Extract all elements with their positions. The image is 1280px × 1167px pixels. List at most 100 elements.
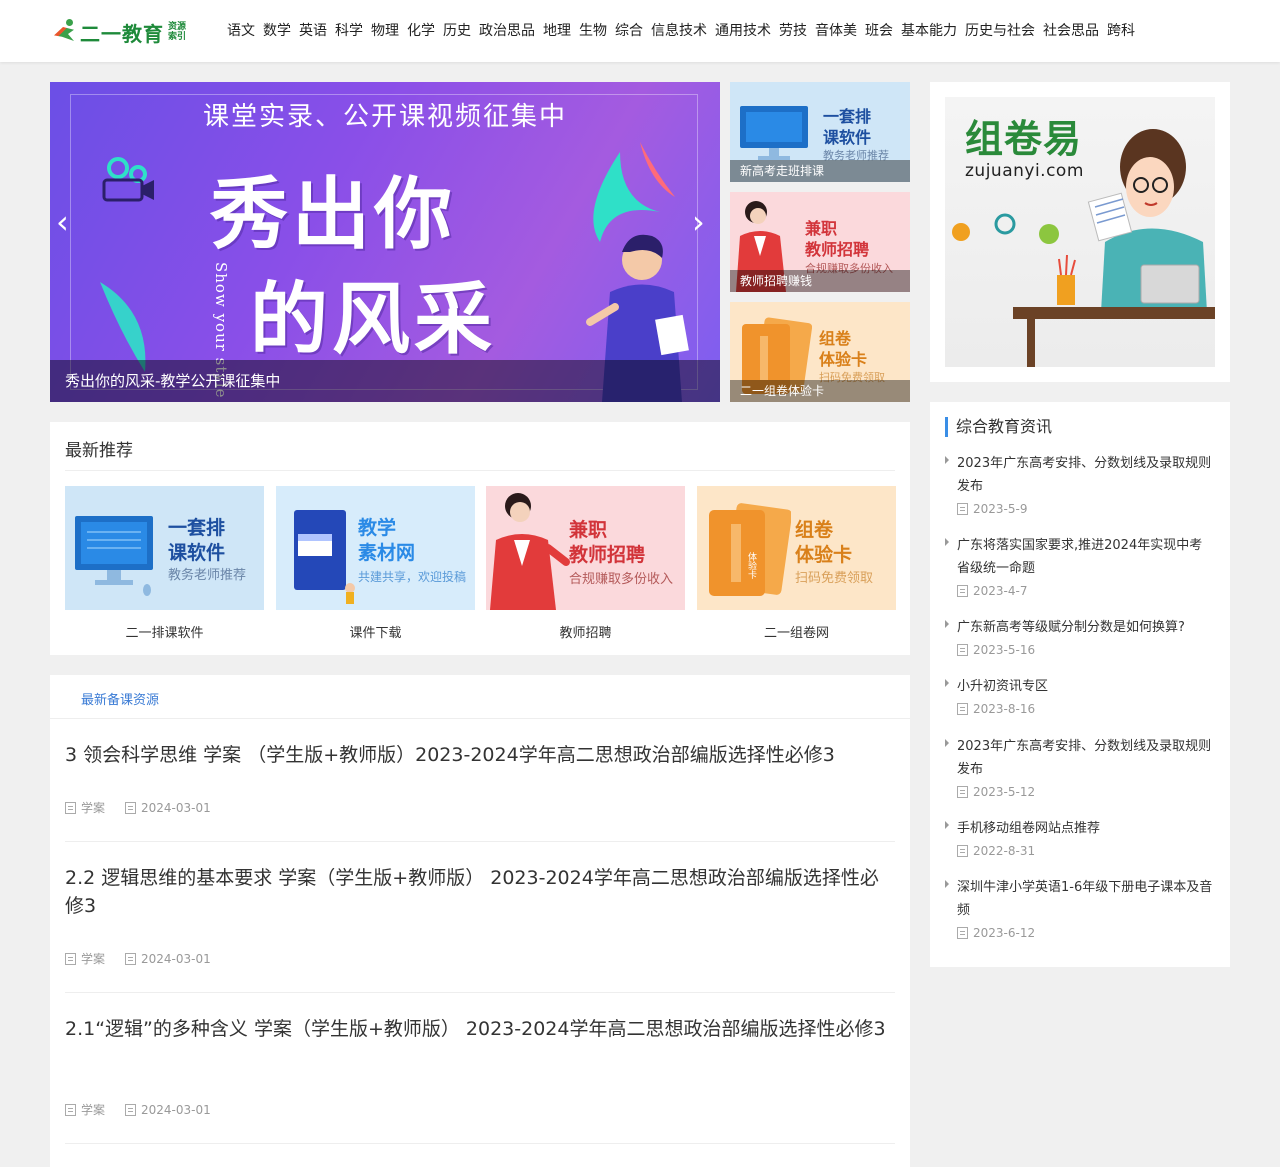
ad-teacher-recruit[interactable]: 兼职 教师招聘 合规赚取多份收入 教师招聘赚钱: [730, 192, 910, 292]
hero-top-text: 课堂实录、公开课视频征集中: [202, 102, 567, 132]
section-title: 最新推荐: [65, 441, 133, 461]
news-link[interactable]: 深圳牛津小学英语1-6年级下册电子课本及音频: [957, 876, 1215, 922]
resource-meta: 学案 2024-03-01: [65, 799, 231, 816]
chevron-left-icon[interactable]: ‹: [56, 206, 76, 238]
resource-title[interactable]: 3 领会科学思维 学案 （学生版+教师版）2023-2024学年高二思想政治部编…: [65, 741, 895, 769]
nav-item[interactable]: 化学: [407, 20, 435, 42]
resource-title[interactable]: 2.1“逻辑”的多种含义 学案（学生版+教师版） 2023-2024学年高二思想…: [65, 1015, 895, 1043]
calendar-icon: [957, 927, 968, 939]
nav-item[interactable]: 信息技术: [651, 20, 707, 42]
calendar-icon: [957, 585, 968, 597]
subject-nav: 语文 数学 英语 科学 物理 化学 历史 政治思品 地理 生物 综合 信息技术 …: [227, 20, 1143, 42]
hero-headline-1: 秀出你: [210, 169, 457, 260]
news-link[interactable]: 手机移动组卷网站点推荐: [957, 817, 1215, 840]
nav-item[interactable]: 物理: [371, 20, 399, 42]
news-link[interactable]: 小升初资讯专区: [957, 675, 1215, 698]
ad-title: 兼职 教师招聘: [805, 219, 870, 259]
resource-item[interactable]: 3 领会科学思维 学案 （学生版+教师版）2023-2024学年高二思想政治部编…: [65, 741, 895, 841]
site-header: 二一教育 资源 索引 语文 数学 英语 科学 物理 化学 历史 政治思品 地理 …: [0, 0, 1280, 62]
recommend-card[interactable]: 兼职 教师招聘 合规赚取多份收入: [486, 486, 685, 610]
chevron-right-icon[interactable]: ›: [692, 206, 712, 238]
nav-item[interactable]: 语文: [227, 20, 255, 42]
divider: [65, 992, 895, 993]
nav-item[interactable]: 科学: [335, 20, 363, 42]
card-subtitle: 教务老师推荐: [168, 568, 247, 583]
nav-item[interactable]: 历史与社会: [965, 20, 1035, 42]
card-tag: 体验卡: [746, 552, 756, 579]
hero-carousel[interactable]: 课堂实录、公开课视频征集中 秀出你 的风采 Show your style ‹ …: [50, 82, 720, 402]
nav-item[interactable]: 生物: [579, 20, 607, 42]
caret-right-icon: [945, 880, 949, 888]
recommend-card[interactable]: 一套排 课软件 教务老师推荐: [65, 486, 264, 610]
calendar-icon: [957, 845, 968, 857]
caret-right-icon: [945, 620, 949, 628]
news-link[interactable]: 2023年广东高考安排、分数划线及录取规则发布: [957, 735, 1215, 781]
nav-item[interactable]: 跨科: [1107, 20, 1135, 42]
card-title: 教学 素材网: [358, 517, 416, 564]
nav-item[interactable]: 劳技: [779, 20, 807, 42]
news-item[interactable]: 小升初资讯专区 2023-8-16: [945, 675, 1215, 718]
zujuan-ad[interactable]: 组卷易 zujuanyi.com: [945, 97, 1215, 367]
logo-text: 二一教育: [80, 21, 164, 46]
hero-headline-2: 的风采: [250, 274, 497, 365]
calendar-icon: [125, 801, 137, 814]
news-date: 2023-5-12: [957, 783, 1215, 801]
nav-item[interactable]: 历史: [443, 20, 471, 42]
nav-item[interactable]: 英语: [299, 20, 327, 42]
resource-meta: 学案 2024-03-01: [65, 1101, 231, 1118]
news-item[interactable]: 2023年广东高考安排、分数划线及录取规则发布 2023-5-12: [945, 735, 1215, 801]
nav-item[interactable]: 地理: [543, 20, 571, 42]
news-link[interactable]: 广东将落实国家要求,推进2024年实现中考省级统一命题: [957, 534, 1215, 580]
hero-caption[interactable]: 秀出你的风采-教学公开课征集中: [50, 360, 720, 402]
news-item[interactable]: 深圳牛津小学英语1-6年级下册电子课本及音频 2023-6-12: [945, 876, 1215, 942]
ad-exam-card[interactable]: 组卷 体验卡 扫码免费领取 二一组卷体验卡: [730, 302, 910, 402]
card-label[interactable]: 二一排课软件: [65, 622, 264, 641]
site-logo[interactable]: 二一教育 资源 索引: [50, 18, 186, 46]
recommend-card[interactable]: 教学 素材网 共建共享，欢迎投稿: [276, 486, 475, 610]
card-subtitle: 扫码免费领取: [795, 571, 874, 586]
resource-item[interactable]: 2.1“逻辑”的多种含义 学案（学生版+教师版） 2023-2024学年高二思想…: [65, 1015, 895, 1118]
resource-title[interactable]: 2.2 逻辑思维的基本要求 学案（学生版+教师版） 2023-2024学年高二思…: [65, 864, 895, 920]
section-title: 综合教育资讯: [945, 417, 1052, 437]
resource-item[interactable]: 2.2 逻辑思维的基本要求 学案（学生版+教师版） 2023-2024学年高二思…: [65, 864, 895, 967]
news-date: 2023-6-12: [957, 924, 1215, 942]
latest-resources-section: 最新备课资源 3 领会科学思维 学案 （学生版+教师版）2023-2024学年高…: [50, 675, 910, 1167]
card-title: 组卷 体验卡: [795, 519, 853, 566]
nav-item[interactable]: 综合: [615, 20, 643, 42]
woman-illustration: [490, 493, 570, 610]
divider: [65, 841, 895, 842]
caret-right-icon: [945, 456, 949, 464]
news-link[interactable]: 广东新高考等级赋分制分数是如何换算?: [957, 616, 1215, 639]
card-label[interactable]: 二一组卷网: [697, 622, 896, 641]
news-item[interactable]: 广东将落实国家要求,推进2024年实现中考省级统一命题 2023-4-7: [945, 534, 1215, 600]
news-date: 2023-5-16: [957, 641, 1215, 659]
card-subtitle: 合规赚取多份收入: [569, 572, 674, 587]
resource-meta: 学案 2024-03-01: [65, 950, 231, 967]
zujuan-ad-box: 组卷易 zujuanyi.com: [930, 82, 1230, 382]
news-date: 2023-4-7: [957, 582, 1215, 600]
calendar-icon: [957, 786, 968, 798]
news-date: 2023-5-9: [957, 500, 1215, 518]
news-item[interactable]: 广东新高考等级赋分制分数是如何换算? 2023-5-16: [945, 616, 1215, 659]
nav-item[interactable]: 班会: [865, 20, 893, 42]
news-item[interactable]: 2023年广东高考安排、分数划线及录取规则发布 2023-5-9: [945, 452, 1215, 518]
ad-caption: 教师招聘赚钱: [730, 270, 910, 292]
nav-item[interactable]: 音体美: [815, 20, 857, 42]
ad-scheduling-software[interactable]: 一套排 课软件 教务老师推荐 新高考走班排课: [730, 82, 910, 182]
nav-item[interactable]: 社会思品: [1043, 20, 1099, 42]
calendar-icon: [957, 503, 968, 515]
tab-latest-resources[interactable]: 最新备课资源: [81, 689, 159, 708]
calendar-icon: [957, 644, 968, 656]
calendar-icon: [125, 952, 137, 965]
card-label[interactable]: 教师招聘: [486, 622, 685, 641]
card-label[interactable]: 课件下载: [276, 622, 475, 641]
nav-item[interactable]: 基本能力: [901, 20, 957, 42]
nav-item[interactable]: 政治思品: [479, 20, 535, 42]
news-link[interactable]: 2023年广东高考安排、分数划线及录取规则发布: [957, 452, 1215, 498]
news-item[interactable]: 手机移动组卷网站点推荐 2022-8-31: [945, 817, 1215, 860]
nav-item[interactable]: 数学: [263, 20, 291, 42]
nav-item[interactable]: 通用技术: [715, 20, 771, 42]
divider: [50, 718, 910, 719]
recommend-card[interactable]: 体验卡 组卷 体验卡 扫码免费领取: [697, 486, 896, 610]
book-icon: [294, 510, 355, 604]
